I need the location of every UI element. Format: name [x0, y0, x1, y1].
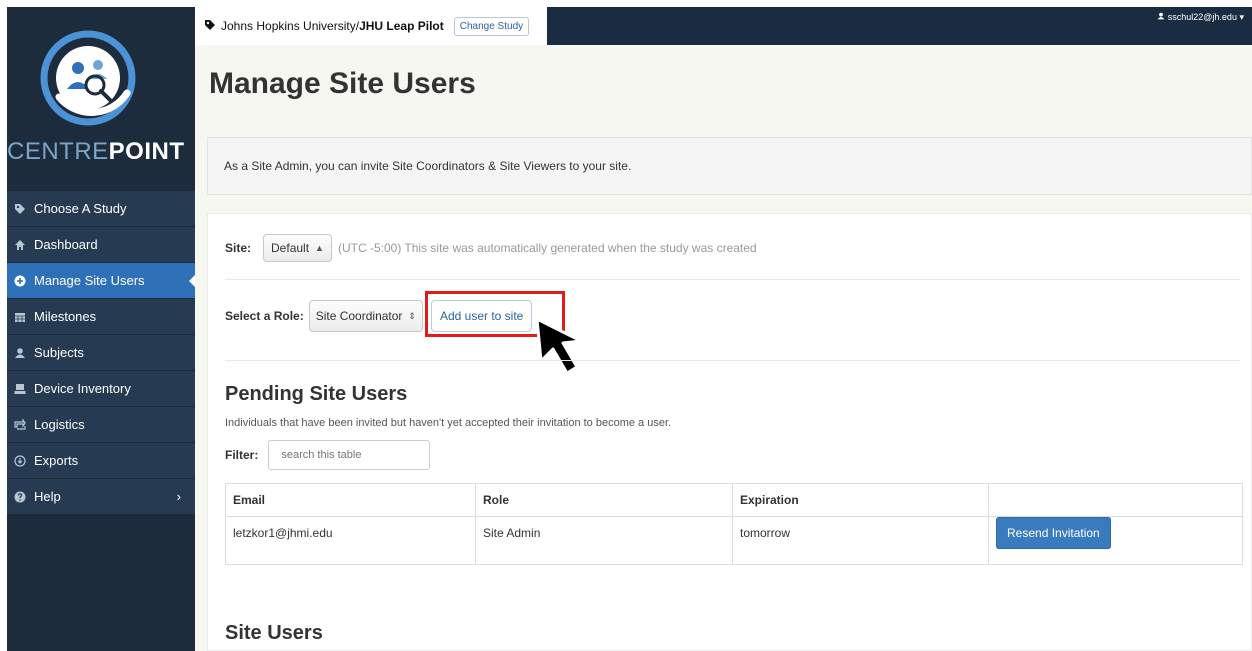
role-select-value: Site Coordinator [315, 309, 403, 323]
cell-email: letzkor1@jhmi.edu [225, 516, 476, 565]
sidebar-item-label: Choose A Study [34, 201, 127, 216]
site-users-panel: Site: Default ▲ (UTC -5:00) This site wa… [207, 213, 1252, 651]
sidebar-item-label: Milestones [34, 309, 97, 324]
sidebar-item-exports[interactable]: Exports [7, 443, 195, 479]
user-icon [14, 347, 34, 359]
pending-site-users-heading: Pending Site Users [225, 383, 408, 405]
select-arrows-icon: ▲ [315, 243, 324, 253]
sidebar-item-choose-a-study[interactable]: Choose A Study [7, 191, 195, 227]
user-email: sschul22@jh.edu [1167, 12, 1237, 22]
role-label: Select a Role: [225, 309, 304, 323]
breadcrumb-organization: Johns Hopkins University/ [221, 19, 360, 33]
sidebar-item-device-inventory[interactable]: Device Inventory [7, 371, 195, 407]
main-content: Manage Site Users As a Site Admin, you c… [195, 45, 1252, 651]
cell-expiration: tomorrow [732, 516, 989, 565]
brand-name-bold: POINT [108, 138, 185, 165]
user-menu[interactable]: sschul22@jh.edu ▾ [1157, 12, 1244, 23]
select-arrows-icon: ⇕ [408, 310, 416, 321]
top-bar: Johns Hopkins University/ JHU Leap Pilot… [195, 7, 1252, 45]
app-window: CENTREPOINT Choose A Study Dashboard Man… [0, 0, 1252, 651]
logistics-icon [14, 418, 34, 431]
table-header-row: Email Role Expiration [225, 483, 1243, 517]
sidebar-item-help[interactable]: Help › [7, 479, 195, 515]
sidebar-item-label: Manage Site Users [34, 273, 145, 288]
user-icon [1157, 12, 1168, 22]
sidebar-item-label: Subjects [34, 345, 84, 360]
divider [225, 279, 1240, 280]
cursor-arrow-icon [535, 317, 583, 375]
sidebar-item-logistics[interactable]: Logistics [7, 407, 195, 443]
site-select-value: Default [271, 241, 310, 255]
centrepoint-logo-icon [40, 30, 136, 126]
calendar-icon [14, 311, 34, 323]
sidebar-item-subjects[interactable]: Subjects [7, 335, 195, 371]
sidebar-item-milestones[interactable]: Milestones [7, 299, 195, 335]
cell-role: Site Admin [475, 516, 733, 565]
pending-users-table: Email Role Expiration letzkor1@jhmi.edu … [225, 483, 1243, 565]
sidebar-item-label: Logistics [34, 417, 85, 432]
home-icon [14, 239, 34, 251]
device-icon [14, 383, 34, 395]
filter-row: Filter: [225, 440, 431, 470]
site-label: Site: [225, 241, 252, 255]
sidebar-item-label: Help [34, 489, 61, 504]
change-study-button[interactable]: Change Study [453, 16, 530, 36]
column-header-actions [988, 483, 1243, 517]
pending-site-users-description: Individuals that have been invited but h… [225, 417, 672, 429]
sidebar-item-label: Device Inventory [34, 381, 131, 396]
brand-name: CENTREPOINT [7, 138, 195, 166]
sidebar-item-dashboard[interactable]: Dashboard [7, 227, 195, 263]
column-header-email[interactable]: Email [225, 483, 476, 517]
breadcrumb-study: JHU Leap Pilot [359, 19, 444, 33]
filter-search-input[interactable] [268, 440, 431, 470]
sidebar-item-label: Exports [34, 453, 79, 468]
breadcrumb: Johns Hopkins University/ JHU Leap Pilot… [195, 7, 547, 45]
caret-down-icon: ▾ [1239, 12, 1244, 22]
site-row: Site: Default ▲ (UTC -5:00) This site wa… [225, 234, 757, 262]
filter-label: Filter: [225, 448, 259, 462]
info-message: As a Site Admin, you can invite Site Coo… [207, 137, 1252, 195]
site-users-heading: Site Users [225, 622, 323, 644]
table-row: letzkor1@jhmi.edu Site Admin tomorrow Re… [225, 516, 1243, 565]
site-select[interactable]: Default ▲ [263, 234, 332, 262]
page-title: Manage Site Users [209, 67, 476, 100]
column-header-expiration[interactable]: Expiration [732, 483, 989, 517]
sidebar-item-label: Dashboard [34, 237, 98, 252]
divider [225, 360, 1240, 361]
tag-icon [204, 19, 216, 34]
role-select[interactable]: Site Coordinator ⇕ [308, 300, 423, 332]
plus-circle-icon [14, 275, 34, 287]
sidebar: CENTREPOINT Choose A Study Dashboard Man… [7, 7, 196, 651]
column-header-role[interactable]: Role [475, 483, 733, 517]
cell-actions: Resend Invitation [988, 516, 1243, 565]
site-description: (UTC -5:00) This site was automatically … [337, 241, 757, 255]
chevron-right-icon: › [176, 489, 181, 504]
sidebar-item-manage-site-users[interactable]: Manage Site Users [7, 263, 196, 299]
brand-name-light: CENTRE [7, 138, 109, 165]
question-icon [14, 491, 34, 503]
export-icon [14, 454, 34, 467]
resend-invitation-button[interactable]: Resend Invitation [996, 517, 1111, 549]
info-message-text: As a Site Admin, you can invite Site Coo… [224, 159, 632, 173]
sidebar-nav: Choose A Study Dashboard Manage Site Use… [7, 191, 196, 515]
tag-icon [14, 203, 34, 215]
